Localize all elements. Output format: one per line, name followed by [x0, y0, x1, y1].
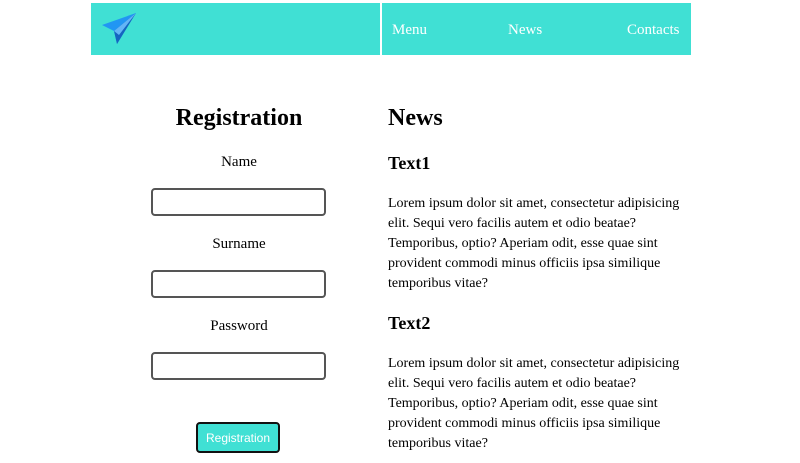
registration-form: Registration Name Surname Password Regis…	[140, 104, 338, 453]
article-title: Text1	[388, 153, 431, 173]
surname-input[interactable]	[151, 270, 326, 298]
article-title: Text2	[388, 313, 431, 333]
nav-item-contacts[interactable]: Contacts	[627, 21, 680, 39]
logo-area[interactable]	[91, 3, 380, 55]
news-section: News Text1 Lorem ipsum dolor sit amet, c…	[388, 104, 688, 451]
nav-item-menu[interactable]: Menu	[392, 21, 427, 39]
page: Menu News Contacts Registration Name Sur…	[0, 0, 800, 463]
password-input[interactable]	[151, 352, 326, 380]
password-label: Password	[210, 318, 268, 334]
article-body: Lorem ipsum dolor sit amet, consectetur …	[388, 356, 680, 451]
name-label: Name	[221, 154, 257, 170]
article-body: Lorem ipsum dolor sit amet, consectetur …	[388, 196, 680, 291]
registration-title: Registration	[175, 105, 303, 131]
name-input[interactable]	[151, 188, 326, 216]
header: Menu News Contacts	[91, 3, 691, 55]
paper-plane-icon	[102, 13, 136, 44]
surname-label: Surname	[212, 236, 266, 252]
news-title: News	[388, 105, 443, 131]
nav-bar: Menu News Contacts	[382, 3, 691, 55]
nav-item-news[interactable]: News	[508, 21, 542, 39]
registration-button[interactable]: Registration	[196, 422, 280, 453]
